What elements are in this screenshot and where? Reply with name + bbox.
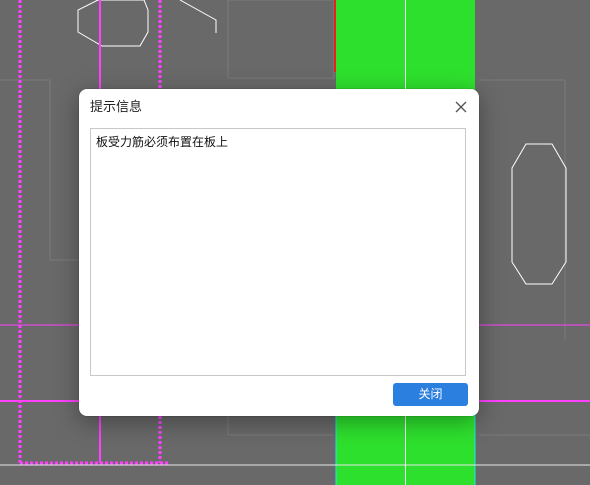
- white-segment-top: [179, 0, 217, 33]
- info-dialog: 提示信息 板受力筋必须布置在板上 关闭: [79, 89, 479, 416]
- close-button[interactable]: 关闭: [393, 383, 468, 406]
- octagon-shape-right: [511, 143, 567, 285]
- close-icon[interactable]: [452, 98, 470, 116]
- dialog-title: 提示信息: [90, 100, 143, 115]
- octagon-shape-top: [77, 0, 149, 47]
- message-text: 板受力筋必须布置在板上: [96, 135, 229, 149]
- message-textarea[interactable]: 板受力筋必须布置在板上: [90, 128, 466, 376]
